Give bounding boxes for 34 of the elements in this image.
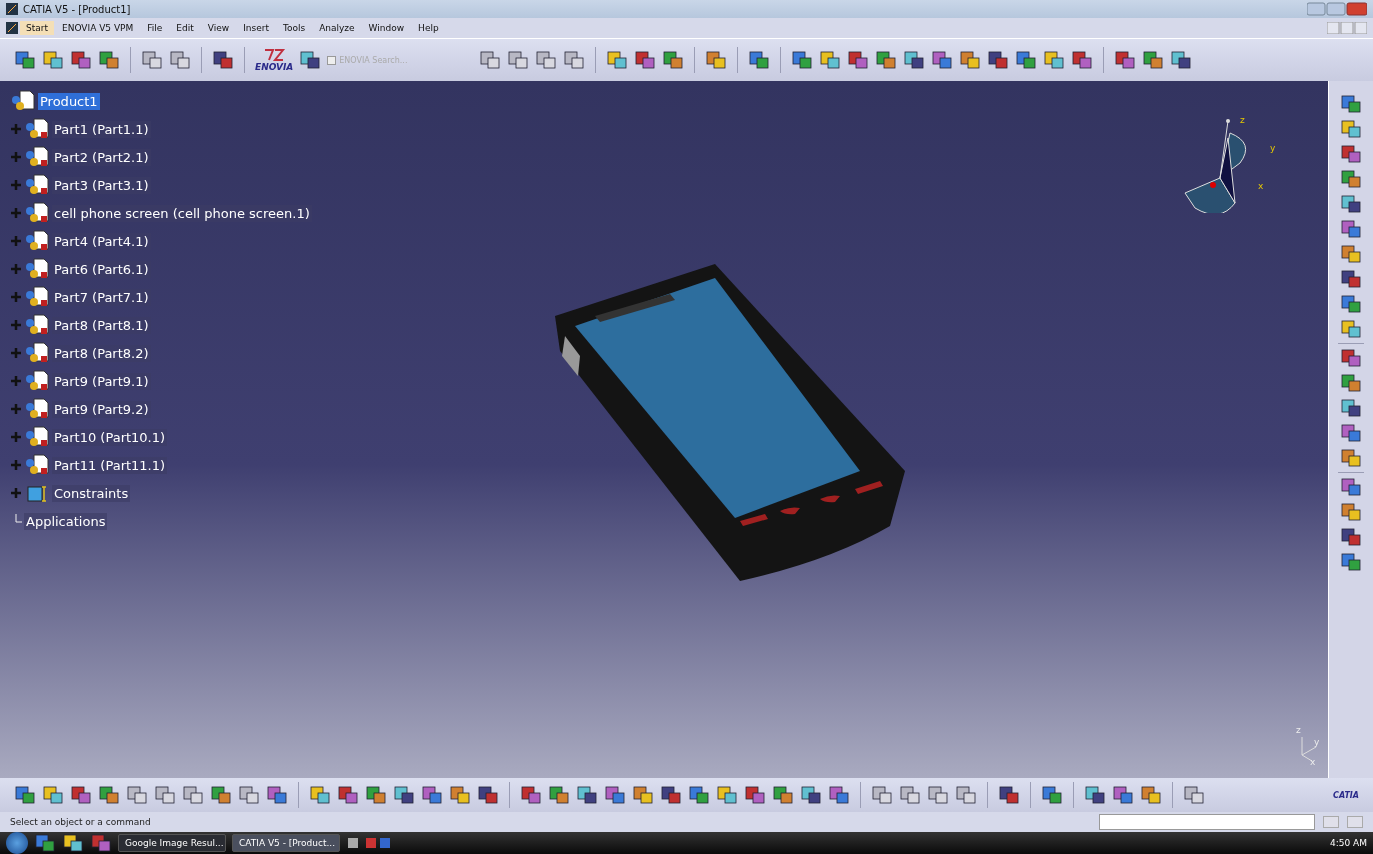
- axis-label: y: [1270, 143, 1276, 153]
- menu-item[interactable]: Window: [362, 21, 411, 35]
- menu-item[interactable]: File: [141, 21, 169, 35]
- tree-item[interactable]: Applications: [24, 512, 108, 530]
- menu-item[interactable]: View: [201, 21, 236, 35]
- tree-item[interactable]: Part2 (Part2.1): [52, 148, 151, 166]
- menu-item[interactable]: Start: [20, 21, 54, 35]
- menu-item[interactable]: Help: [412, 21, 445, 35]
- menu-item[interactable]: Edit: [170, 21, 200, 35]
- menu-item[interactable]: ENOVIA V5 VPM: [56, 21, 140, 35]
- logo-text: ENOVIA: [255, 62, 294, 72]
- menu-item[interactable]: Insert: [237, 21, 275, 35]
- tree-item[interactable]: Part8 (Part8.2): [52, 344, 151, 362]
- catia-logo: CATIA: [1333, 790, 1359, 800]
- taskbar-button[interactable]: Google Image Resul...: [118, 834, 226, 852]
- status-message: Select an object or a command: [10, 817, 152, 827]
- taskbar-button[interactable]: CATIA V5 - [Product...: [232, 834, 340, 852]
- menu-item[interactable]: Tools: [276, 21, 312, 35]
- axis-label: y: [1314, 737, 1320, 747]
- menu-item[interactable]: Analyze: [313, 21, 361, 35]
- tree-item[interactable]: Constraints: [52, 484, 131, 502]
- tree-item[interactable]: Part8 (Part8.1): [52, 316, 151, 334]
- tree-item[interactable]: Product1: [38, 92, 100, 110]
- window-title: CATIA V5 - [Product1]: [23, 3, 132, 15]
- axis-label: z: [1240, 115, 1245, 125]
- axis-label: x: [1310, 757, 1316, 767]
- axis-label: x: [1258, 181, 1264, 191]
- tree-item[interactable]: Part9 (Part9.1): [52, 372, 151, 390]
- clock: 4:50 AM: [1330, 838, 1367, 848]
- tree-item[interactable]: Part9 (Part9.2): [52, 400, 151, 418]
- tree-item[interactable]: Part11 (Part11.1): [52, 456, 168, 474]
- tree-item[interactable]: Part1 (Part1.1): [52, 120, 151, 138]
- tree-item[interactable]: Part10 (Part10.1): [52, 428, 168, 446]
- axis-label: z: [1296, 725, 1301, 735]
